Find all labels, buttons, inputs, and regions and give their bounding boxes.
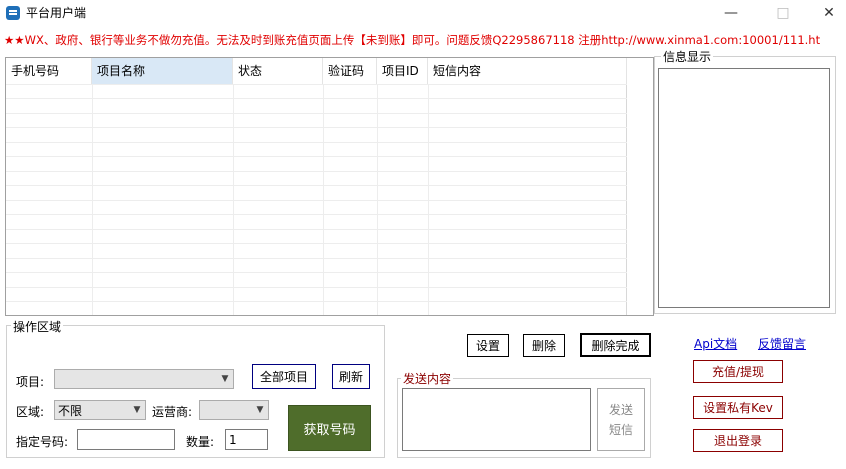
column-header-sms-content[interactable]: 短信内容 — [428, 58, 627, 84]
delete-button[interactable]: 删除 — [523, 334, 565, 357]
settings-button[interactable]: 设置 — [467, 334, 509, 357]
recharge-button[interactable]: 充值/提现 — [693, 360, 783, 383]
logout-button[interactable]: 退出登录 — [693, 429, 783, 452]
grid-line — [6, 171, 627, 172]
carrier-label: 运营商: — [152, 405, 193, 419]
project-label: 项目: — [16, 375, 45, 389]
region-label: 区域: — [16, 405, 45, 419]
grid-line — [6, 142, 627, 143]
region-select[interactable]: 不限 ▼ — [54, 400, 146, 420]
region-select-value: 不限 — [58, 403, 83, 418]
info-group-label: 信息显示 — [661, 48, 714, 65]
minimize-icon[interactable]: — — [708, 0, 754, 26]
column-header-phone[interactable]: 手机号码 — [6, 58, 92, 84]
grid-line — [6, 84, 627, 85]
chevron-down-icon: ▼ — [133, 405, 141, 415]
refresh-button[interactable]: 刷新 — [332, 364, 370, 389]
chevron-down-icon: ▼ — [256, 405, 264, 415]
grid-line — [6, 127, 627, 128]
grid-line — [6, 258, 627, 259]
title-bar: 平台用户端 — □ ✕ — [0, 0, 846, 26]
sms-table[interactable]: 手机号码 项目名称 状态 验证码 项目ID 短信内容 — [5, 57, 654, 316]
app-icon — [6, 6, 20, 20]
notice-banner: ★★WX、政府、银行等业务不做勿充值。无法及时到账充值页面上传【未到账】即可。问… — [4, 33, 821, 47]
number-input[interactable] — [77, 429, 175, 450]
column-header-code[interactable]: 验证码 — [323, 58, 377, 84]
send-group-label: 发送内容 — [401, 370, 454, 387]
number-label: 指定号码: — [16, 435, 69, 449]
operation-group-label: 操作区域 — [11, 318, 64, 335]
send-sms-button[interactable]: 发送 短信 — [597, 388, 645, 451]
column-header-project-id[interactable]: 项目ID — [377, 58, 428, 84]
grid-line — [6, 98, 627, 99]
grid-line — [6, 229, 627, 230]
private-key-button[interactable]: 设置私有Kev — [693, 396, 783, 419]
column-header-status[interactable]: 状态 — [233, 58, 323, 84]
grid-line — [6, 301, 627, 302]
grid-line — [6, 272, 627, 273]
grid-line — [6, 243, 627, 244]
feedback-link[interactable]: 反馈留言 — [758, 335, 806, 352]
column-header-project-name[interactable]: 项目名称 — [92, 58, 233, 84]
grid-line — [6, 287, 627, 288]
window-title: 平台用户端 — [26, 6, 87, 20]
table-body: 手机号码 项目名称 状态 验证码 项目ID 短信内容 — [6, 58, 627, 315]
get-number-button[interactable]: 获取号码 — [288, 405, 371, 451]
chevron-down-icon: ▼ — [221, 374, 229, 384]
quantity-input[interactable]: 1 — [225, 429, 268, 450]
grid-line — [6, 156, 627, 157]
grid-line — [6, 214, 627, 215]
all-projects-button[interactable]: 全部项目 — [252, 364, 316, 389]
grid-line — [6, 113, 627, 114]
maximize-icon[interactable]: □ — [760, 0, 806, 26]
grid-line — [6, 185, 627, 186]
info-display[interactable] — [658, 68, 830, 308]
carrier-select[interactable]: ▼ — [199, 400, 269, 420]
delete-done-button[interactable]: 删除完成 — [580, 333, 651, 357]
project-select[interactable]: ▼ — [54, 369, 234, 389]
send-sms-button-line2: 短信 — [608, 422, 633, 437]
grid-line — [6, 200, 627, 201]
send-content-textarea[interactable] — [402, 388, 591, 451]
quantity-label: 数量: — [186, 435, 215, 449]
send-sms-button-line1: 发送 — [608, 402, 633, 417]
api-docs-link[interactable]: Api文档 — [694, 335, 737, 352]
close-icon[interactable]: ✕ — [806, 0, 846, 26]
